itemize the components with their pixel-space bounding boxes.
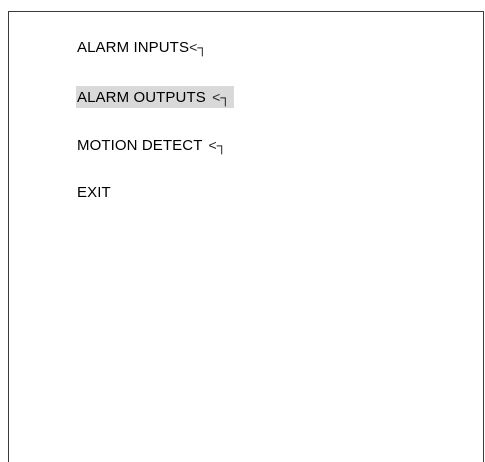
menu-item-alarm-outputs[interactable]: ALARM OUTPUTS <┐: [76, 86, 235, 108]
enter-icon: <┐: [189, 39, 208, 55]
menu-item-alarm-inputs[interactable]: ALARM INPUTS<┐: [76, 36, 211, 58]
enter-icon: <┐: [212, 89, 231, 105]
menu-item-label: MOTION DETECT: [77, 137, 203, 154]
menu-item-label: ALARM INPUTS: [77, 39, 190, 56]
menu-item-exit[interactable]: EXIT: [76, 182, 115, 204]
menu-item-label: ALARM OUTPUTS: [77, 89, 206, 106]
menu-item-label: EXIT: [77, 184, 111, 201]
menu-panel: ALARM INPUTS<┐ ALARM OUTPUTS <┐ MOTION D…: [8, 11, 484, 462]
enter-icon: <┐: [208, 137, 227, 153]
menu-item-motion-detect[interactable]: MOTION DETECT <┐: [76, 134, 231, 156]
